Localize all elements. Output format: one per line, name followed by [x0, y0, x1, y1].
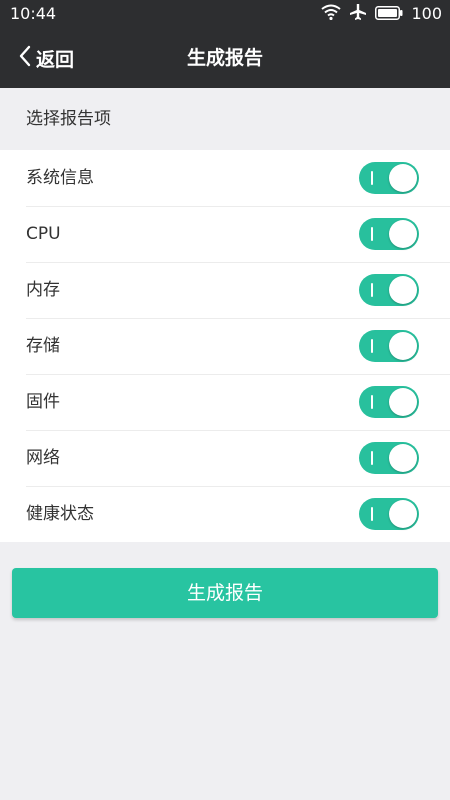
- list-item-firmware: 固件: [0, 374, 450, 430]
- status-time: 10:44: [10, 4, 57, 23]
- toggle-on-mark: [371, 451, 373, 465]
- storage-toggle[interactable]: [359, 330, 419, 362]
- toggle-knob: [389, 164, 417, 192]
- status-bar: 10:44 100: [0, 0, 450, 28]
- toggle-on-mark: [371, 395, 373, 409]
- item-label: 网络: [26, 448, 60, 468]
- list-item-cpu: CPU: [0, 206, 450, 262]
- item-label: 内存: [26, 280, 60, 300]
- toggle-on-mark: [371, 507, 373, 521]
- section-title: 选择报告项: [26, 109, 111, 129]
- generate-report-button[interactable]: 生成报告: [12, 568, 438, 618]
- list-item-storage: 存储: [0, 318, 450, 374]
- toggle-on-mark: [371, 227, 373, 241]
- wifi-icon: [321, 4, 342, 24]
- toggle-on-mark: [371, 339, 373, 353]
- toggle-on-mark: [371, 283, 373, 297]
- list-item-system-info: 系统信息: [0, 150, 450, 206]
- battery-level: 100: [411, 4, 442, 23]
- item-label: 健康状态: [26, 504, 94, 524]
- item-label: 存储: [26, 336, 60, 356]
- system-info-toggle[interactable]: [359, 162, 419, 194]
- toggle-knob: [389, 332, 417, 360]
- toggle-knob: [389, 388, 417, 416]
- app-bar: 返回 生成报告: [0, 28, 450, 88]
- firmware-toggle[interactable]: [359, 386, 419, 418]
- network-toggle[interactable]: [359, 442, 419, 474]
- item-label: 固件: [26, 392, 60, 412]
- page-title: 生成报告: [186, 47, 263, 69]
- list-item-network: 网络: [0, 430, 450, 486]
- list-item-memory: 内存: [0, 262, 450, 318]
- toggle-knob: [389, 220, 417, 248]
- item-label: 系统信息: [26, 168, 94, 188]
- list-item-health-status: 健康状态: [0, 486, 450, 542]
- battery-icon: [375, 5, 403, 24]
- toggle-knob: [389, 444, 417, 472]
- cpu-toggle[interactable]: [359, 218, 419, 250]
- toggle-knob: [389, 500, 417, 528]
- report-item-list: 系统信息 CPU 内存 存储 固件 网络 健康状态: [0, 150, 450, 542]
- airplane-icon: [349, 3, 367, 25]
- health-status-toggle[interactable]: [359, 498, 419, 530]
- toggle-knob: [389, 276, 417, 304]
- toggle-on-mark: [371, 171, 373, 185]
- status-icons: 100: [321, 3, 442, 25]
- item-label: CPU: [26, 224, 61, 244]
- memory-toggle[interactable]: [359, 274, 419, 306]
